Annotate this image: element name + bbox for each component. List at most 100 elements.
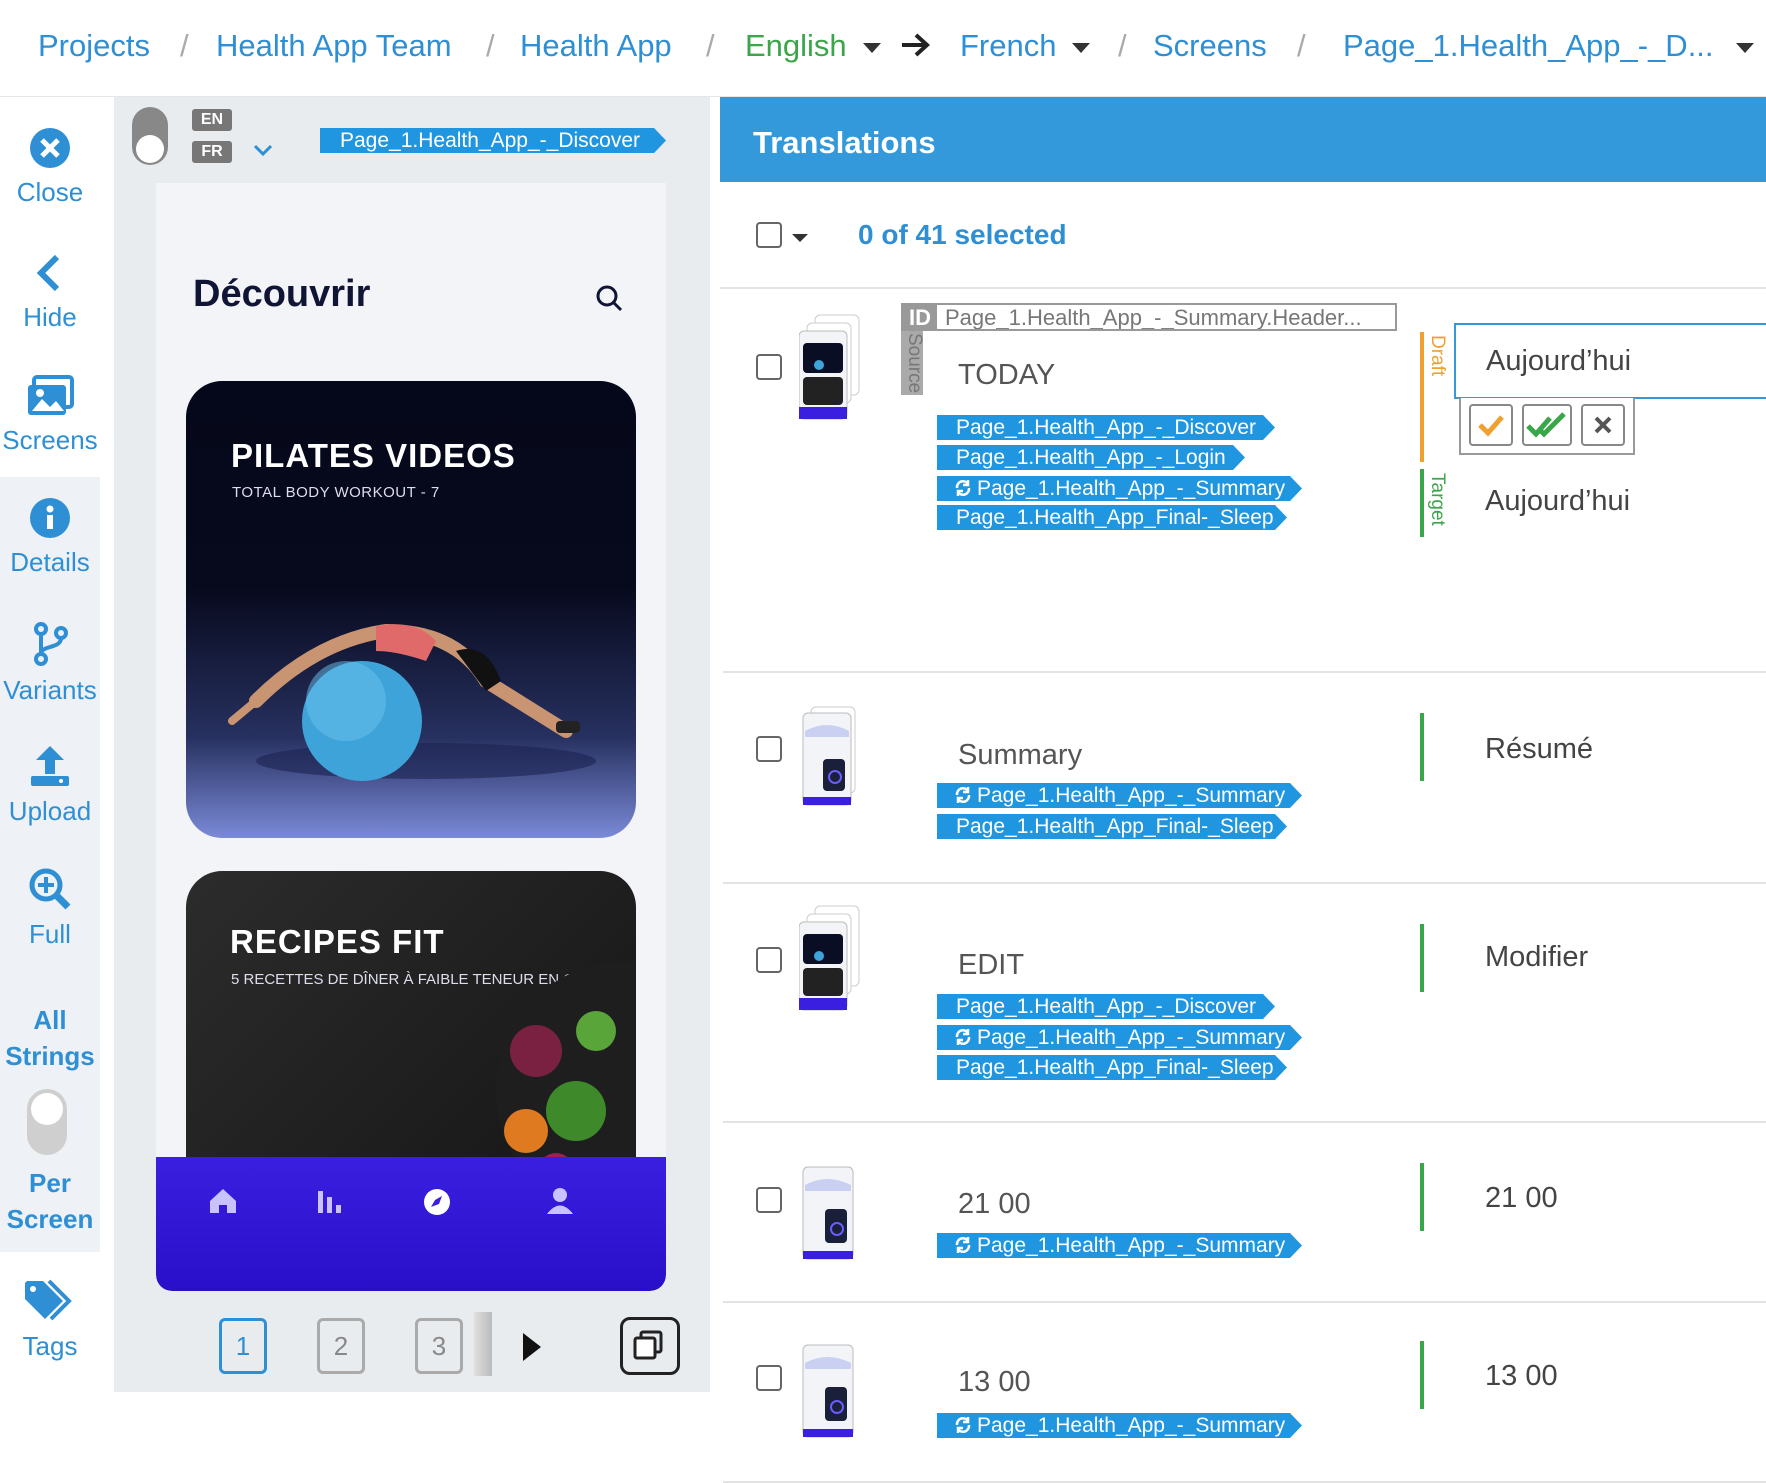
row-checkbox[interactable]: [756, 736, 782, 762]
screen-thumbnail-stack[interactable]: [798, 904, 869, 1021]
screen-thumbnail-stack[interactable]: [798, 313, 869, 430]
id-label: ID: [903, 305, 937, 329]
row-checkbox[interactable]: [756, 1187, 782, 1213]
pilates-photo: [228, 623, 596, 781]
screen-tag[interactable]: Page_1.Health_App_-_Discover: [937, 994, 1275, 1019]
lang-badge-en[interactable]: EN: [192, 109, 232, 131]
target-status-bar: [1420, 924, 1424, 992]
screen-tag[interactable]: Page_1.Health_App_-_Summary: [937, 1025, 1302, 1050]
copy-screens-button[interactable]: [620, 1317, 680, 1375]
sidebar-item-label: Variants: [3, 675, 97, 705]
target-language-dropdown[interactable]: French: [960, 28, 1091, 64]
select-all-checkbox[interactable]: [756, 222, 782, 248]
per-screen-label: Screen: [6, 1204, 94, 1234]
sidebar-item-upload[interactable]: Upload: [0, 744, 100, 827]
sidebar-item-label: Hide: [23, 302, 77, 332]
source-language-dropdown[interactable]: English: [745, 28, 881, 64]
page-button-1[interactable]: 1: [219, 1318, 267, 1374]
home-icon[interactable]: [208, 1187, 238, 1220]
profile-icon[interactable]: [546, 1187, 574, 1220]
current-screen-label: Page_1.Health_App_-_D...: [1343, 28, 1714, 63]
screen-tag[interactable]: Page_1.Health_App_Final-_Sleep: [937, 1055, 1287, 1080]
stats-icon[interactable]: [316, 1189, 344, 1220]
crumb-team[interactable]: Health App Team: [216, 28, 452, 64]
crumb-separator: /: [1297, 28, 1306, 63]
pilates-card[interactable]: PILATES VIDEOS TOTAL BODY WORKOUT - 7: [186, 381, 636, 838]
lang-badge-fr[interactable]: FR: [192, 141, 232, 163]
sidebar-item-close[interactable]: Close: [0, 127, 100, 208]
chevron-down-icon[interactable]: [790, 231, 810, 249]
string-id: Page_1.Health_App_-_Summary.Header...: [945, 305, 1362, 330]
chevron-down-icon[interactable]: [252, 143, 274, 162]
per-screen-option[interactable]: Per Screen: [0, 1165, 100, 1237]
screen-tag[interactable]: Page_1.Health_App_-_Summary: [937, 783, 1302, 808]
reject-draft-button[interactable]: [1581, 404, 1625, 446]
double-check-icon: [1526, 412, 1566, 438]
draft-input[interactable]: Aujourd’hui: [1454, 323, 1766, 399]
panel-header: Translations: [720, 97, 1766, 182]
screen-tag[interactable]: Page_1.Health_App_-_Summary: [937, 1233, 1302, 1258]
language-toggle[interactable]: [132, 107, 168, 165]
target-label: Target: [1427, 473, 1448, 526]
page-button-3[interactable]: 3: [415, 1318, 463, 1374]
translation-row[interactable]: 21 00 Page_1.Health_App_-_Summary 21 00: [723, 1125, 1766, 1303]
view-mode-toggle[interactable]: [27, 1089, 67, 1155]
images-icon: [28, 375, 74, 415]
search-icon[interactable]: [594, 283, 624, 318]
draft-actions: [1459, 398, 1635, 455]
screen-tag[interactable]: Page_1.Health_App_Final-_Sleep: [937, 505, 1287, 530]
source-language-label: English: [745, 28, 847, 63]
screen-tag[interactable]: Page_1.Health_App_-_Login: [937, 445, 1245, 470]
target-text[interactable]: 21 00: [1485, 1182, 1558, 1215]
screen-tag[interactable]: Page_1.Health_App_-_Summary: [937, 476, 1302, 501]
all-strings-option[interactable]: All Strings: [0, 1002, 100, 1074]
card-subtitle: TOTAL BODY WORKOUT - 7: [232, 484, 440, 501]
sidebar-item-details[interactable]: Details: [0, 497, 100, 578]
target-status-bar: [1420, 1163, 1424, 1231]
accept-draft-button[interactable]: [1469, 404, 1513, 446]
target-text[interactable]: Résumé: [1485, 733, 1593, 766]
sidebar: Close Hide Screens Details Variants Uplo…: [0, 97, 100, 1392]
approve-draft-button[interactable]: [1522, 404, 1572, 446]
current-screen-dropdown[interactable]: Page_1.Health_App_-_D...: [1343, 28, 1754, 64]
screen-tag[interactable]: Page_1.Health_App_-_Discover: [937, 415, 1275, 440]
translation-row[interactable]: Summary Page_1.Health_App_-_Summary Page…: [723, 675, 1766, 884]
page-button-2[interactable]: 2: [317, 1318, 365, 1374]
sidebar-item-hide[interactable]: Hide: [0, 252, 100, 333]
crumb-projects[interactable]: Projects: [38, 28, 150, 64]
screen-tag[interactable]: Page_1.Health_App_Final-_Sleep: [937, 814, 1287, 839]
screen-thumbnail-stack[interactable]: [799, 705, 869, 818]
translation-row[interactable]: 13 00 Page_1.Health_App_-_Summary 13 00: [723, 1305, 1766, 1483]
target-text[interactable]: Aujourd’hui: [1485, 485, 1630, 518]
sidebar-item-full[interactable]: Full: [0, 867, 100, 950]
card-title: PILATES VIDEOS: [231, 437, 516, 474]
source-text: 13 00: [958, 1366, 1031, 1398]
chevron-left-icon: [36, 254, 60, 292]
bottom-nav: [156, 1157, 666, 1291]
crumb-app[interactable]: Health App: [520, 28, 672, 64]
sidebar-item-variants[interactable]: Variants: [0, 621, 100, 706]
copy-icon: [633, 1330, 663, 1360]
translation-row[interactable]: EDIT Page_1.Health_App_-_Discover Page_1…: [723, 886, 1766, 1123]
target-text[interactable]: 13 00: [1485, 1360, 1558, 1393]
sidebar-item-screens[interactable]: Screens: [0, 375, 100, 456]
next-page-icon[interactable]: [521, 1331, 543, 1368]
target-text[interactable]: Modifier: [1485, 941, 1588, 974]
crumb-screens[interactable]: Screens: [1153, 28, 1267, 64]
row-checkbox[interactable]: [756, 1365, 782, 1391]
screen-tag[interactable]: Page_1.Health_App_-_Summary: [937, 1413, 1302, 1438]
crumb-separator: /: [486, 28, 495, 63]
string-id-box: ID Page_1.Health_App_-_Summary.Header...: [901, 303, 1397, 331]
screen-thumbnail[interactable]: [799, 1341, 859, 1446]
screen-tag[interactable]: Page_1.Health_App_-_Discover: [320, 128, 666, 153]
discover-compass-icon[interactable]: [422, 1187, 452, 1222]
all-strings-label: Strings: [5, 1041, 95, 1071]
row-checkbox[interactable]: [756, 947, 782, 973]
row-checkbox[interactable]: [756, 354, 782, 380]
selection-count: 0 of 41 selected: [858, 219, 1067, 250]
chevron-down-icon: [862, 42, 881, 53]
crumb-separator: /: [706, 28, 715, 63]
translation-row[interactable]: ID Page_1.Health_App_-_Summary.Header... …: [723, 295, 1766, 673]
sidebar-item-tags[interactable]: Tags: [0, 1279, 100, 1362]
screen-thumbnail[interactable]: [799, 1163, 859, 1268]
